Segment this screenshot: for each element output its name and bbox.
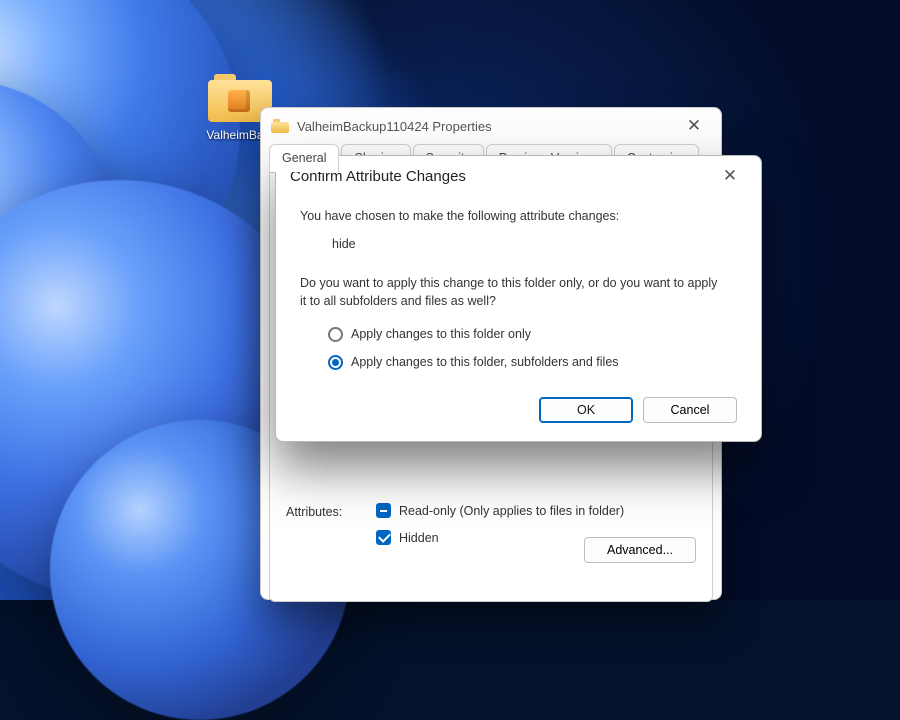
- radio-icon: [328, 327, 343, 342]
- checkbox-icon: [376, 503, 391, 518]
- advanced-button[interactable]: Advanced...: [584, 537, 696, 563]
- cancel-button[interactable]: Cancel: [643, 397, 737, 423]
- radio-folder-only[interactable]: Apply changes to this folder only: [328, 326, 737, 344]
- close-icon[interactable]: ✕: [677, 116, 711, 136]
- properties-title: ValheimBackup110424 Properties: [297, 119, 677, 134]
- folder-icon: [271, 119, 289, 133]
- radio-folder-only-label: Apply changes to this folder only: [351, 326, 531, 344]
- readonly-label: Read-only (Only applies to files in fold…: [399, 504, 624, 518]
- checkbox-hidden[interactable]: Hidden Advanced...: [376, 530, 696, 545]
- tab-general[interactable]: General: [269, 144, 339, 172]
- ok-button[interactable]: OK: [539, 397, 633, 423]
- attributes-label: Attributes:: [286, 503, 376, 519]
- radio-recursive[interactable]: Apply changes to this folder, subfolders…: [328, 354, 737, 372]
- properties-titlebar[interactable]: ValheimBackup110424 Properties ✕: [261, 108, 721, 144]
- hidden-label: Hidden: [399, 531, 439, 545]
- confirm-change: hide: [332, 236, 737, 254]
- close-icon[interactable]: ✕: [713, 166, 747, 186]
- confirm-dialog: Confirm Attribute Changes ✕ You have cho…: [275, 155, 762, 442]
- checkbox-icon: [376, 530, 391, 545]
- checkbox-readonly[interactable]: Read-only (Only applies to files in fold…: [376, 503, 696, 518]
- confirm-ask: Do you want to apply this change to this…: [300, 275, 720, 310]
- radio-recursive-label: Apply changes to this folder, subfolders…: [351, 354, 619, 372]
- confirm-lead: You have chosen to make the following at…: [300, 208, 737, 226]
- confirm-title: Confirm Attribute Changes: [290, 168, 713, 185]
- radio-icon: [328, 355, 343, 370]
